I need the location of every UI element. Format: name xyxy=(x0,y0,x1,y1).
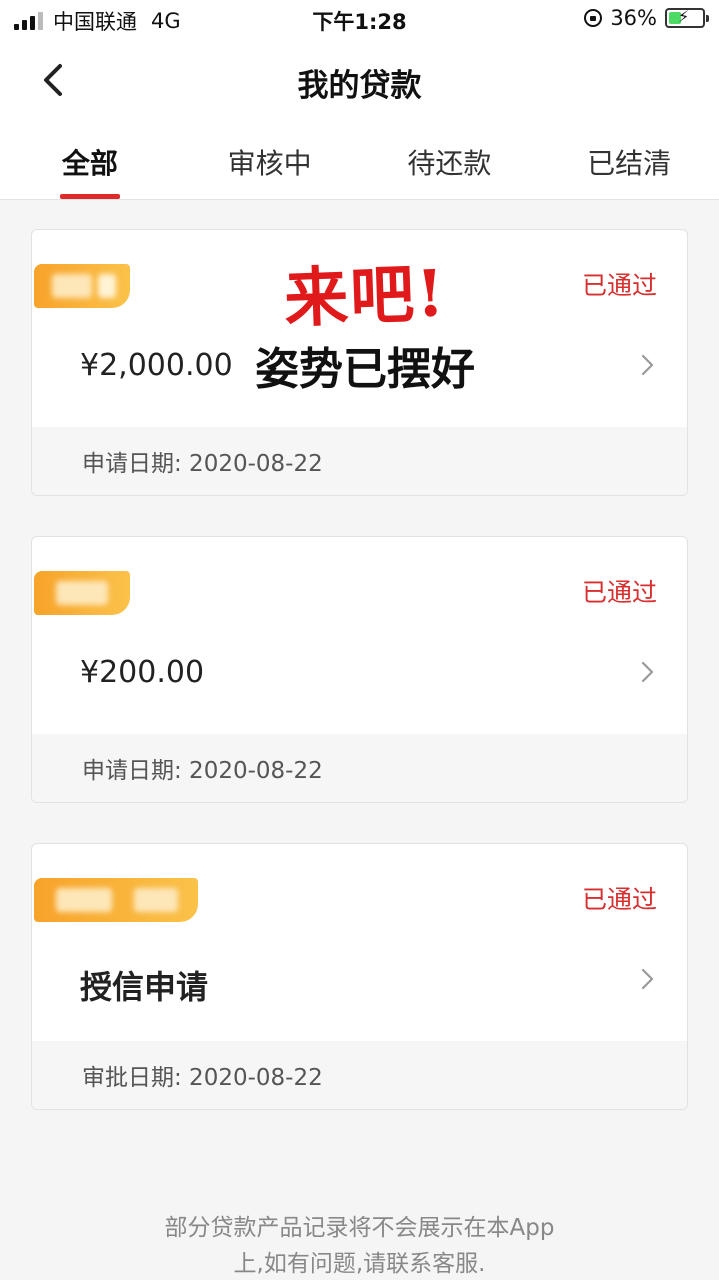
loan-card[interactable]: 已通过 ¥200.00 申请日期: 2020-08-22 xyxy=(31,536,688,803)
application-date: 申请日期: 2020-08-22 xyxy=(82,758,323,784)
status-bar: 中国联通 4G 下午1:28 36% ⚡ xyxy=(0,0,719,40)
battery-icon: ⚡ xyxy=(665,7,709,28)
screen: 中国联通 4G 下午1:28 36% ⚡ 我的贷款 全部 审核中 待还款 已结清 xyxy=(0,0,719,1280)
credit-card-entry[interactable]: 已通过 授信申请 审批日期: 2020-08-22 xyxy=(31,843,688,1110)
sticker-text-2: 姿势已摆好 xyxy=(255,344,475,395)
page-title: 我的贷款 xyxy=(297,68,422,104)
status-badge: 已通过 xyxy=(581,885,657,914)
loan-amount: ¥2,000.00 xyxy=(80,348,233,383)
tab-all[interactable]: 全部 xyxy=(0,122,180,199)
footer-note-line-1: 部分贷款产品记录将不会展示在本App xyxy=(164,1215,555,1241)
card-footer: 申请日期: 2020-08-22 xyxy=(32,734,687,802)
status-badge: 已通过 xyxy=(581,271,657,300)
credit-application-title: 授信申请 xyxy=(80,968,209,1006)
rotation-lock-icon xyxy=(584,9,603,27)
battery-percent: 36% xyxy=(610,6,657,30)
tab-settled[interactable]: 已结清 xyxy=(539,122,719,199)
product-badge xyxy=(34,571,130,615)
footer-note-line-2: 上,如有问题,请联系客服. xyxy=(233,1251,486,1277)
loan-amount: ¥200.00 xyxy=(80,655,205,690)
card-footer: 申请日期: 2020-08-22 xyxy=(32,427,687,495)
application-date: 申请日期: 2020-08-22 xyxy=(82,451,323,477)
chevron-right-icon xyxy=(641,968,654,990)
tab-reviewing[interactable]: 审核中 xyxy=(180,122,360,199)
tab-bar: 全部 审核中 待还款 已结清 xyxy=(0,122,719,200)
charging-bolt-icon: ⚡ xyxy=(678,7,690,26)
product-badge xyxy=(34,264,130,308)
approval-date: 审批日期: 2020-08-22 xyxy=(82,1065,323,1091)
footer-note: 部分贷款产品记录将不会展示在本App 上,如有问题,请联系客服. xyxy=(0,1210,719,1280)
chevron-right-icon xyxy=(641,661,654,683)
product-badge xyxy=(34,878,198,922)
card-footer: 审批日期: 2020-08-22 xyxy=(32,1041,687,1109)
nav-bar: 我的贷款 xyxy=(0,40,719,122)
chevron-right-icon xyxy=(641,354,654,376)
sticker-overlay: 来吧! 姿势已摆好 xyxy=(250,245,480,397)
active-tab-indicator xyxy=(60,194,120,199)
tab-to-repay[interactable]: 待还款 xyxy=(360,122,540,199)
status-badge: 已通过 xyxy=(581,578,657,607)
status-right: 36% ⚡ xyxy=(584,6,709,30)
sticker-text-1: 来吧! xyxy=(282,256,448,337)
